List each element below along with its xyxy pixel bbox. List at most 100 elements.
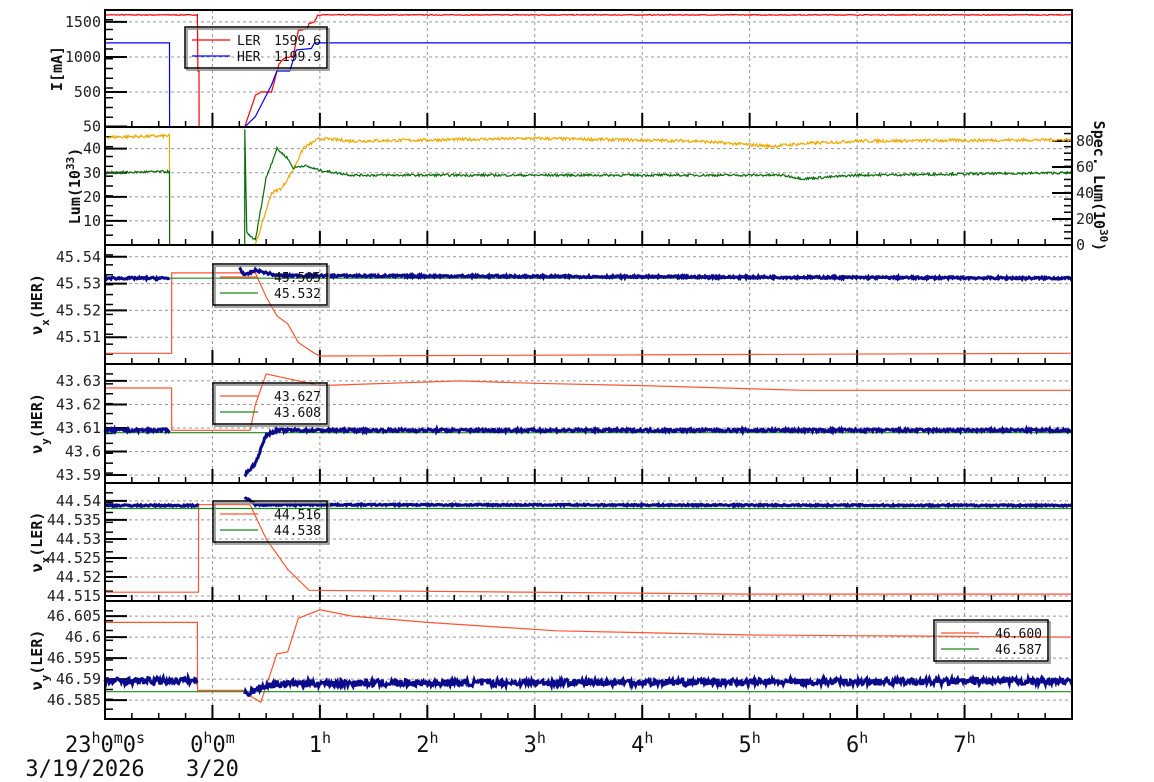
x-unit-sup: h	[859, 729, 868, 747]
panel-2: 10203040020406080Spec. Lum(1030)Lum(1033…	[64, 121, 1111, 254]
y-tick-label: 43.61	[56, 419, 101, 437]
y-tick-label: 1000	[65, 48, 101, 66]
y-tick-label: 20	[83, 188, 101, 206]
x-label-part: 3	[524, 733, 537, 758]
series-meas	[103, 424, 171, 436]
x-label-part: 6	[846, 733, 859, 758]
legend-value: 1599.6	[274, 34, 321, 49]
y-tick-label: 46.6	[65, 628, 101, 646]
y2-label-text: Spec. Lum(10	[1090, 121, 1108, 229]
x-label-part: 0	[100, 733, 113, 758]
x-date-label: 3/19/2026	[25, 757, 144, 782]
x-tick-label: 4h	[631, 729, 653, 758]
y-tick-label: 44.515	[47, 587, 101, 605]
legend-value: 46.587	[995, 643, 1042, 658]
y-label-text: ν	[28, 326, 46, 335]
y-tick-label: 43.63	[56, 372, 101, 390]
x-label-part: 0	[190, 733, 203, 758]
y-tick-label: 30	[83, 164, 101, 182]
y-label-end: (LER)	[28, 630, 46, 675]
plot-area	[105, 127, 1072, 245]
x-date-label: 3/20	[186, 757, 239, 782]
y-tick-label: 44.53	[56, 530, 101, 548]
legend-value: 43.608	[274, 406, 321, 421]
series-meas	[103, 273, 170, 283]
x-tick-label: 2h	[416, 729, 438, 758]
x-label-part: 7	[953, 733, 966, 758]
y2-label-sup: 30	[1098, 229, 1111, 242]
panel-6: 46.58546.5946.59546.646.605νy(LER) 46.600…	[28, 600, 1074, 720]
legend-value: 44.538	[274, 524, 321, 539]
tune-and-current-chart: 5050010001500I[mA]LER 1599.6HER 1199.91020…	[25, 9, 1111, 782]
y-tick-label: 43.59	[56, 466, 101, 484]
y-label-text: Lum(10	[66, 170, 84, 224]
x-tick-label: 3h	[524, 729, 546, 758]
y-tick-label: 45.52	[56, 301, 101, 319]
x-label-part: 5	[739, 733, 752, 758]
x-tick-label: 6h	[846, 729, 868, 758]
y-tick-label: 40	[83, 140, 101, 158]
y-label-end: (HER)	[28, 274, 46, 319]
x-label-part: 0	[212, 733, 225, 758]
y-label-text: ν	[28, 681, 46, 690]
y-tick-label: 44.525	[47, 549, 101, 567]
x-label-part: 0	[123, 733, 136, 758]
legend-value: 45.505	[274, 271, 321, 286]
y-label-text: I[mA]	[48, 46, 66, 91]
y-tick-label: 46.605	[47, 607, 101, 625]
y-tick-label: 45.54	[56, 248, 101, 266]
y-label-text: ν	[28, 563, 46, 572]
y2-label-end: )	[1090, 242, 1108, 251]
x-label-part: 4	[631, 733, 644, 758]
y-tick-label: 45.53	[56, 275, 101, 293]
y-axis-label: νy(HER)	[28, 393, 52, 454]
y-tick-label: 45.51	[56, 328, 101, 346]
y-tick-label: 44.535	[47, 511, 101, 529]
x-unit-sup: h	[322, 729, 331, 747]
y-tick-label: 46.595	[47, 649, 101, 667]
x-unit-sup: h	[752, 729, 761, 747]
x-unit-sup: h	[429, 729, 438, 747]
y-tick-label: 10	[83, 212, 101, 230]
x-tick-label: 1h	[309, 729, 331, 758]
y-tick-label: 43.62	[56, 395, 101, 413]
x-unit-sup: h	[537, 729, 546, 747]
panel-3: 45.51 45.52 45.53 45.54νx(HER) 45.50545.532	[28, 244, 1074, 365]
legend-value: 1199.9	[274, 50, 321, 65]
y-label-text: ν	[28, 445, 46, 454]
y-tick-label: 46.59	[56, 670, 101, 688]
x-label-part: 1	[309, 733, 322, 758]
y-tick-label: 1500	[65, 13, 101, 31]
y-axis-label: I[mA]	[48, 46, 66, 91]
legend-value: 45.532	[274, 287, 321, 302]
y-label-end: )	[66, 148, 84, 157]
y2-axis-label: Spec. Lum(1030)	[1090, 121, 1111, 252]
y-axis-label: Lum(1033)	[64, 148, 85, 224]
x-unit-sup: m	[226, 729, 235, 747]
x-unit-sup: h	[967, 729, 976, 747]
x-axis-labels: 23h0m0s3/19/20260h0m3/201h 2h 3h 4h 5h 6h 7h	[25, 729, 975, 782]
x-label-part: 2	[416, 733, 429, 758]
y-tick-label: 43.6	[65, 442, 101, 460]
y-label-end: (LER)	[28, 512, 46, 557]
x-unit-sup: h	[91, 729, 100, 747]
x-unit-sup: h	[644, 729, 653, 747]
legend-value: 44.516	[274, 508, 321, 523]
legend-value: 46.600	[995, 627, 1042, 642]
x-unit-sup: s	[136, 729, 145, 747]
y-tick-label: 46.585	[47, 691, 101, 709]
x-tick-label: 7h	[953, 729, 975, 758]
legend-value: 43.627	[274, 390, 321, 405]
series-meas	[104, 502, 200, 509]
panel-1: 50 500 1000 1500 I[mA] LER 1599.6 HER 1199.9	[48, 9, 1073, 136]
y-label-end: (HER)	[28, 393, 46, 438]
panel-4: 43.59 43.6 43.61 43.62 43.63νy(HER) 43.62743.…	[28, 363, 1073, 484]
y-tick-label: 500	[74, 83, 101, 101]
legend-name: LER	[237, 34, 261, 49]
plot-area	[105, 601, 1072, 719]
legend-name: HER	[237, 50, 261, 65]
panel-5: 44.51544.5244.52544.5344.53544.54νx(LER)…	[28, 482, 1073, 605]
x-tick-label: 23h0m0s	[65, 729, 145, 758]
y2-tick-label: 0	[1076, 236, 1085, 254]
x-tick-label: 5h	[739, 729, 761, 758]
